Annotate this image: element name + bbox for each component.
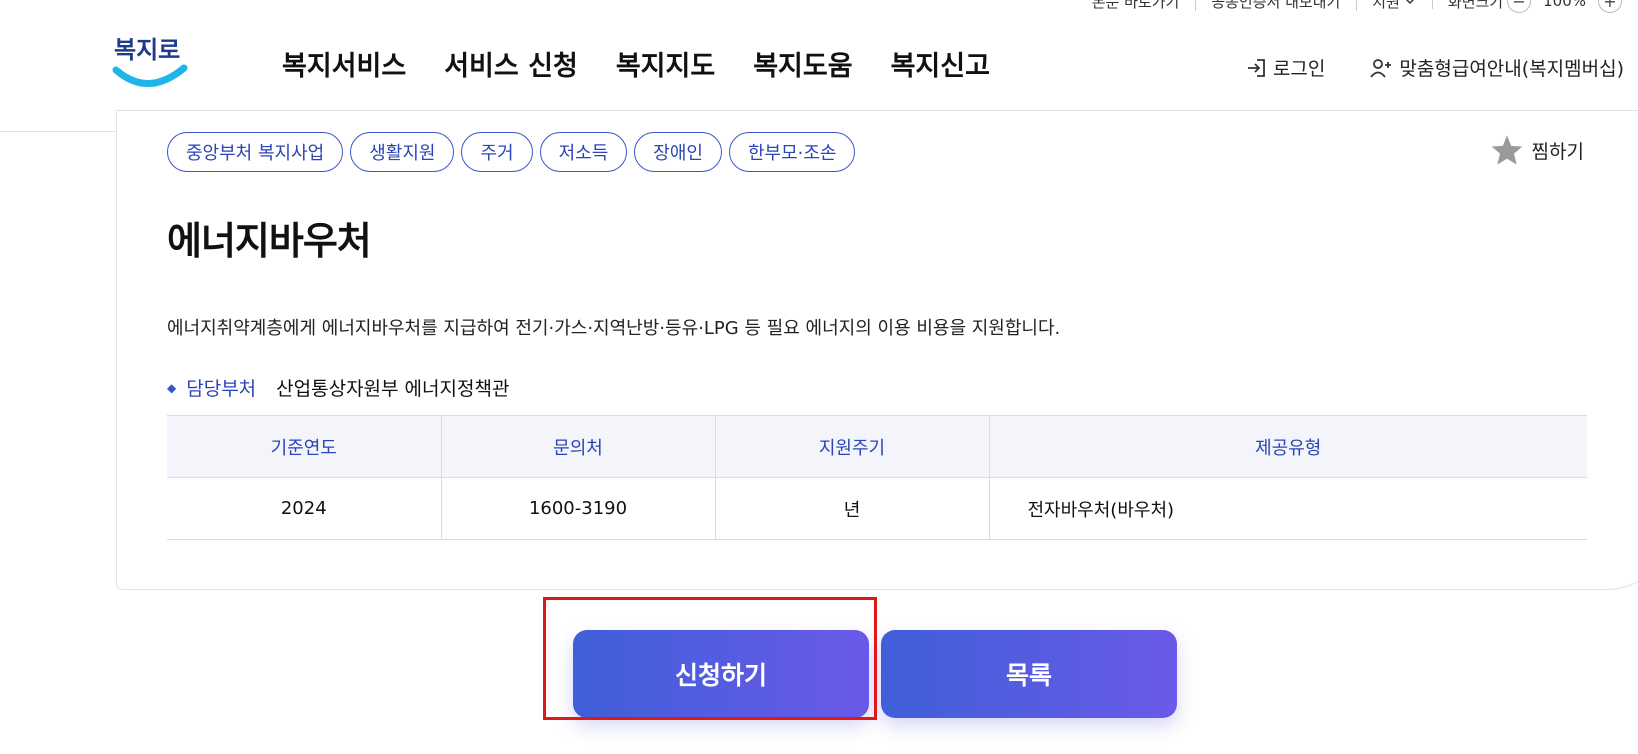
category-tags: 중앙부처 복지사업 생활지원 주거 저소득 장애인 한부모·조손 bbox=[167, 132, 856, 172]
tag-living-support[interactable]: 생활지원 bbox=[350, 132, 455, 172]
service-description: 에너지취약계층에게 에너지바우처를 지급하여 전기·가스·지역난방·등유·LPG… bbox=[167, 318, 1061, 339]
login-link[interactable]: 로그인 bbox=[1245, 54, 1325, 81]
tag-disabled[interactable]: 장애인 bbox=[634, 132, 722, 172]
cell-type: 전자바우처(바우처) bbox=[988, 477, 1587, 540]
favorite-label: 찜하기 bbox=[1531, 140, 1584, 163]
logo-icon: 복지로 bbox=[112, 36, 188, 87]
star-icon bbox=[1491, 135, 1522, 165]
cert-export-link[interactable]: 공동인증서 내보내기 bbox=[1195, 0, 1356, 12]
membership-label: 맞춤형급여안내(복지멤버십) bbox=[1399, 58, 1624, 80]
diamond-bullet-icon: ◆ bbox=[167, 380, 177, 395]
cell-cycle: 년 bbox=[714, 477, 989, 540]
login-label: 로그인 bbox=[1272, 58, 1326, 80]
department-value: 산업통상자원부 에너지정책관 bbox=[276, 378, 510, 400]
department-row: ◆ 담당부처 산업통상자원부 에너지정책관 bbox=[167, 374, 509, 401]
zoom-value: 100% bbox=[1543, 0, 1586, 10]
chevron-down-icon bbox=[1405, 0, 1415, 5]
membership-link[interactable]: 맞춤형급여안내(복지멤버십) bbox=[1369, 54, 1624, 81]
zoom-control: 화면크기 − 100% + bbox=[1431, 0, 1638, 13]
table-row: 2024 1600-3190 년 전자바우처(바우처) bbox=[167, 477, 1587, 540]
nav-welfare-services[interactable]: 복지서비스 bbox=[282, 44, 406, 83]
login-icon bbox=[1247, 58, 1265, 77]
skip-to-content-link[interactable]: 본문 바로가기 bbox=[1076, 0, 1196, 12]
main-navigation: 복지서비스 서비스 신청 복지지도 복지도움 복지신고 bbox=[282, 44, 990, 83]
nav-welfare-help[interactable]: 복지도움 bbox=[753, 44, 852, 83]
zoom-label: 화면크기 bbox=[1447, 0, 1504, 11]
nav-welfare-report[interactable]: 복지신고 bbox=[891, 44, 990, 83]
tag-low-income[interactable]: 저소득 bbox=[539, 132, 628, 172]
list-button[interactable]: 목록 bbox=[881, 630, 1177, 718]
table-header-type: 제공유형 bbox=[988, 415, 1587, 478]
tag-central-ministry[interactable]: 중앙부처 복지사업 bbox=[167, 132, 344, 172]
table-header-cycle: 지원주기 bbox=[714, 415, 989, 478]
logo-text: 복지로 bbox=[114, 36, 180, 64]
action-buttons: 신청하기 목록 bbox=[573, 630, 1177, 718]
tag-housing[interactable]: 주거 bbox=[461, 132, 533, 172]
user-add-icon bbox=[1370, 58, 1392, 78]
department-label: 담당부처 bbox=[186, 378, 257, 400]
table-header-contact: 문의처 bbox=[440, 415, 715, 478]
utility-bar: 본문 바로가기 공동인증서 내보내기 지원 화면크기 − 100% + bbox=[1076, 0, 1638, 14]
cell-year: 2024 bbox=[167, 477, 441, 540]
language-label: 지원 bbox=[1372, 0, 1400, 11]
zoom-out-button[interactable]: − bbox=[1507, 0, 1532, 13]
favorite-button[interactable]: 찜하기 bbox=[1490, 134, 1584, 166]
table-header-year: 기준연도 bbox=[167, 415, 441, 478]
zoom-in-button[interactable]: + bbox=[1598, 0, 1622, 13]
table-header-row: 기준연도 문의처 지원주기 제공유형 bbox=[167, 415, 1587, 478]
nav-service-application[interactable]: 서비스 신청 bbox=[444, 44, 578, 83]
header-user-menu: 로그인 맞춤형급여안내(복지멤버십) bbox=[1245, 54, 1624, 81]
service-title: 에너지바우처 bbox=[167, 219, 372, 263]
apply-button[interactable]: 신청하기 bbox=[573, 630, 869, 718]
service-info-table: 기준연도 문의처 지원주기 제공유형 2024 1600-3190 년 전자바우… bbox=[167, 415, 1587, 540]
cell-contact: 1600-3190 bbox=[440, 477, 715, 540]
site-logo[interactable]: 복지로 bbox=[112, 30, 192, 96]
language-select[interactable]: 지원 bbox=[1356, 0, 1432, 12]
nav-welfare-map[interactable]: 복지지도 bbox=[616, 44, 715, 83]
tag-single-parent[interactable]: 한부모·조손 bbox=[728, 132, 856, 172]
